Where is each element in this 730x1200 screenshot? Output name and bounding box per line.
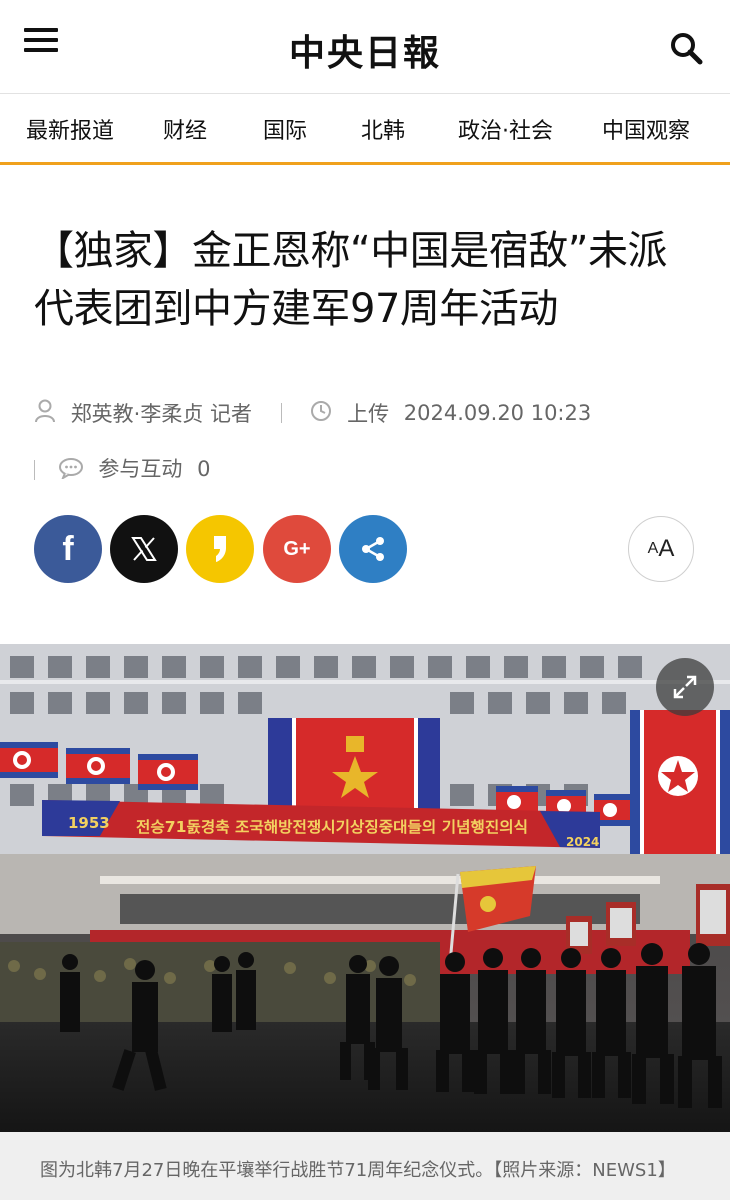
clock-icon xyxy=(310,400,332,427)
upload-label: 上传 xyxy=(347,402,390,426)
share-icon xyxy=(362,537,384,561)
search-icon[interactable] xyxy=(668,30,704,66)
nav-item-latest[interactable]: 最新报道 xyxy=(26,113,114,145)
nav-item-politics-society[interactable]: 政治·社会 xyxy=(458,113,553,145)
comments-count: 0 xyxy=(197,457,211,481)
comments-label: 参与互动 xyxy=(98,457,183,481)
expand-image-button[interactable] xyxy=(656,658,714,716)
article-photo: 1953 2024 전승71돐경축 조국해방전쟁시기상징중대들의 기념행진의식 xyxy=(0,644,730,1132)
section-nav: 最新报道 财经 国际 北韩 政治·社会 中国观察 xyxy=(0,95,730,165)
kakaostory-share-button[interactable] xyxy=(186,515,254,583)
meta-divider xyxy=(280,403,282,423)
banner-korean-text: 전승71돐경축 조국해방전쟁시기상징중대들의 기념행진의식 xyxy=(136,818,528,836)
share-button[interactable] xyxy=(339,515,407,583)
meta-divider xyxy=(34,460,35,480)
font-size-button[interactable]: AA xyxy=(628,516,694,582)
article-meta: 郑英教·李柔贞 记者 上传 2024.09.20 10:23 xyxy=(34,398,591,428)
nav-item-north-korea[interactable]: 北韩 xyxy=(361,113,405,145)
font-size-icon: A xyxy=(647,540,659,557)
facebook-share-button[interactable]: f xyxy=(34,515,102,583)
photo-caption: 图为北韩7月27日晚在平壤举行战胜节71周年纪念仪式。【照片来源：NEWS1】 xyxy=(0,1132,730,1200)
banner-year-right: 2024 xyxy=(566,835,599,849)
comments-meta[interactable]: 参与互动 0 xyxy=(34,453,210,483)
expand-icon xyxy=(673,675,697,699)
google-plus-icon: G+ xyxy=(283,537,311,560)
google-plus-share-button[interactable]: G+ xyxy=(263,515,331,583)
x-icon xyxy=(131,537,157,561)
nav-item-china-watch[interactable]: 中国观察 xyxy=(602,113,690,145)
facebook-icon: f xyxy=(62,529,74,568)
author-names: 郑英教·李柔贞 记者 xyxy=(70,402,253,426)
top-bar: 中央日報 xyxy=(0,0,730,94)
person-icon xyxy=(34,399,56,428)
banner-year-left: 1953 xyxy=(68,814,110,832)
kakaostory-icon xyxy=(214,536,226,562)
parade-scene-image: 1953 2024 전승71돐경축 조국해방전쟁시기상징중대들의 기념행진의식 xyxy=(0,644,730,1132)
article-title: 【独家】金正恩称“中国是宿敌”未派代表团到中方建军97周年活动 xyxy=(34,228,667,332)
site-logo[interactable]: 中央日報 xyxy=(0,24,730,76)
x-share-button[interactable] xyxy=(110,515,178,583)
comment-bubble-icon xyxy=(58,457,84,484)
nav-item-international[interactable]: 国际 xyxy=(263,113,307,145)
upload-time: 2024.09.20 10:23 xyxy=(403,401,592,425)
nav-item-finance[interactable]: 财经 xyxy=(163,113,207,145)
